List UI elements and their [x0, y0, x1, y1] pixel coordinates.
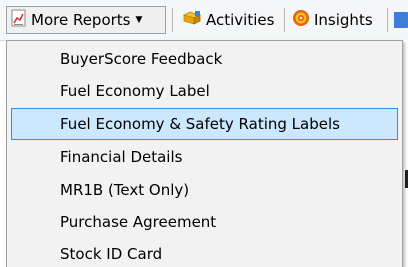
toolbar: More Reports ▼ Activities Insights [0, 0, 408, 41]
menu-item-label: BuyerScore Feedback [60, 50, 223, 68]
more-reports-button[interactable]: More Reports ▼ [6, 6, 166, 34]
menu-item-fuel-economy-label[interactable]: Fuel Economy Label [11, 75, 398, 107]
chevron-down-icon: ▼ [135, 15, 143, 25]
activities-folder-icon [182, 9, 202, 31]
menu-item-purchase-agreement[interactable]: Purchase Agreement [11, 206, 398, 238]
activities-button[interactable]: Activities [182, 6, 274, 34]
insights-label: Insights [314, 11, 373, 29]
menu-item-label: Stock ID Card [60, 245, 163, 263]
insights-button[interactable]: Insights [292, 6, 373, 34]
menu-item-mr1b-text-only[interactable]: MR1B (Text Only) [11, 174, 398, 206]
menu-item-buyerscore-feedback[interactable]: BuyerScore Feedback [11, 43, 398, 75]
menu-item-label: Purchase Agreement [60, 213, 217, 231]
menu-item-financial-details[interactable]: Financial Details [11, 141, 398, 173]
toolbar-separator [172, 8, 173, 32]
toolbar-separator [284, 8, 285, 32]
report-chart-icon [11, 9, 27, 31]
menu-item-label: Financial Details [60, 148, 183, 166]
activities-label: Activities [206, 11, 275, 29]
toolbar-separator [387, 8, 388, 32]
menu-item-fuel-economy-safety-rating-labels[interactable]: Fuel Economy & Safety Rating Labels [11, 108, 398, 140]
menu-item-label: Fuel Economy & Safety Rating Labels [60, 115, 340, 133]
toolbar-overflow-icon[interactable] [394, 12, 408, 28]
menu-item-label: Fuel Economy Label [60, 82, 210, 100]
menu-item-label: MR1B (Text Only) [60, 181, 190, 199]
menu-item-stock-id-card[interactable]: Stock ID Card [11, 238, 398, 267]
more-reports-label: More Reports [31, 11, 131, 29]
more-reports-dropdown-menu: BuyerScore Feedback Fuel Economy Label F… [6, 40, 403, 267]
app-window: More Reports ▼ Activities Insights Buyer… [0, 0, 408, 267]
insights-target-icon [292, 9, 310, 31]
